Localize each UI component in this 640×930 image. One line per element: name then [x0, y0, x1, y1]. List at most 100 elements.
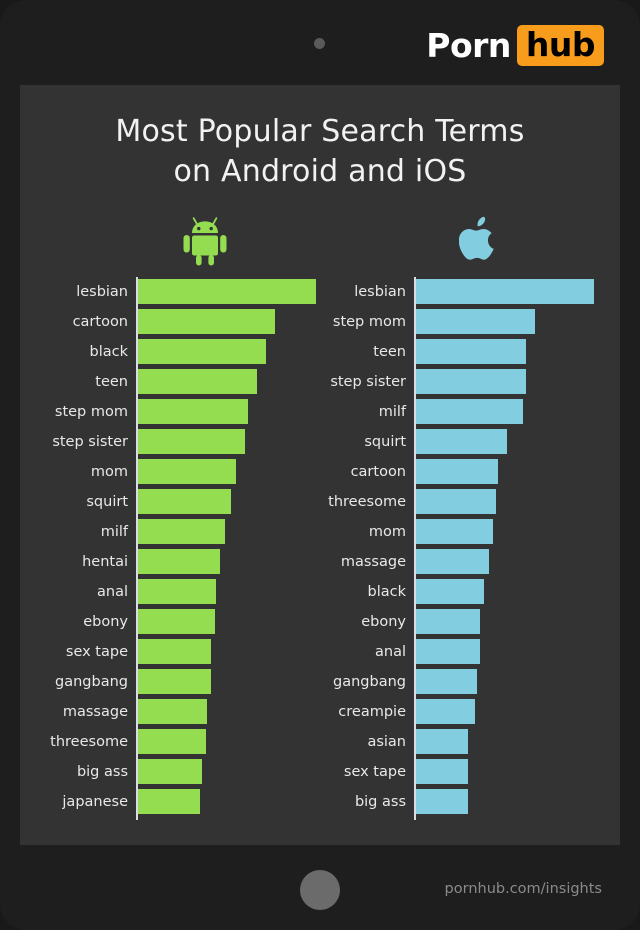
bar-row: lesbian: [20, 277, 320, 307]
bar: [416, 309, 536, 334]
bar: [138, 459, 236, 484]
bar-row: cartoon: [296, 457, 620, 487]
apple-logo-icon: [450, 213, 510, 269]
ios-chart-column: lesbian step mom teen step sister milf squirt…: [296, 277, 620, 822]
bar-label: massage: [62, 704, 128, 720]
bar-label: lesbian: [76, 284, 128, 300]
page-title-line-2: on Android and iOS: [173, 153, 467, 189]
bar: [416, 549, 489, 574]
bar: [138, 669, 211, 694]
bar-label: asian: [367, 734, 406, 750]
bar-row: black: [20, 337, 320, 367]
bar-row: milf: [20, 517, 320, 547]
bar-label: cartoon: [72, 314, 128, 330]
bar-row: step sister: [20, 427, 320, 457]
bar-label: teen: [373, 344, 406, 360]
bar: [416, 429, 507, 454]
bar-label: mom: [368, 524, 406, 540]
bar-label: step mom: [332, 314, 406, 330]
bar: [416, 639, 481, 664]
bar-label: squirt: [364, 434, 406, 450]
bar-row: massage: [296, 547, 620, 577]
bar-row: anal: [296, 637, 620, 667]
bar: [138, 489, 231, 514]
android-robot-icon: [175, 213, 235, 269]
bar: [138, 399, 249, 424]
bar-label: threesome: [50, 734, 128, 750]
bar-row: step sister: [296, 367, 620, 397]
bar-row: gangbang: [296, 667, 620, 697]
bar-label: cartoon: [350, 464, 406, 480]
bar-label: creampie: [338, 704, 406, 720]
bar: [416, 729, 468, 754]
bar: [138, 609, 215, 634]
bar-label: anal: [97, 584, 128, 600]
bar: [138, 549, 220, 574]
bar-row: teen: [296, 337, 620, 367]
bar-row: creampie: [296, 697, 620, 727]
bar: [416, 669, 477, 694]
bar-row: japanese: [20, 787, 320, 817]
bar: [416, 789, 468, 814]
bar: [138, 309, 276, 334]
bar-row: teen: [20, 367, 320, 397]
bar-label: step mom: [54, 404, 128, 420]
bar-row: ebony: [296, 607, 620, 637]
bar: [416, 579, 484, 604]
bar-row: squirt: [20, 487, 320, 517]
bar-label: ebony: [361, 614, 406, 630]
bar: [138, 759, 203, 784]
bar-label: milf: [100, 524, 128, 540]
bar: [416, 459, 498, 484]
bar-row: step mom: [20, 397, 320, 427]
bar-row: threesome: [20, 727, 320, 757]
bar: [138, 429, 245, 454]
tablet-device-frame: Porn hub Most Popular Search Terms on An…: [0, 0, 640, 930]
bar-row: cartoon: [20, 307, 320, 337]
bar: [416, 759, 468, 784]
bar: [138, 699, 208, 724]
bar: [416, 369, 527, 394]
bar-row: mom: [20, 457, 320, 487]
home-button[interactable]: [300, 870, 340, 910]
bar-label: mom: [90, 464, 128, 480]
infographic-panel: Most Popular Search Terms on Android and…: [20, 85, 620, 845]
bar-label: sex tape: [343, 764, 406, 780]
bar-row: asian: [296, 727, 620, 757]
bar-row: ebony: [20, 607, 320, 637]
bar-row: massage: [20, 697, 320, 727]
pornhub-logo: Porn hub: [426, 24, 604, 66]
bar: [138, 279, 316, 304]
page-title-line-1: Most Popular Search Terms: [115, 114, 525, 149]
bar-row: milf: [296, 397, 620, 427]
bar: [416, 489, 497, 514]
bar-label: big ass: [76, 764, 128, 780]
bar-label: step sister: [330, 374, 406, 390]
bar: [138, 729, 206, 754]
bar-row: sex tape: [296, 757, 620, 787]
bar-row: lesbian: [296, 277, 620, 307]
device-camera-dot: [314, 38, 325, 49]
footer-url: pornhub.com/insights: [444, 881, 602, 897]
bar: [416, 279, 594, 304]
bar-row: squirt: [296, 427, 620, 457]
android-chart-column: lesbian cartoon black teen step mom step sist…: [20, 277, 320, 822]
bar: [138, 579, 217, 604]
bar: [138, 639, 211, 664]
bar-row: black: [296, 577, 620, 607]
bar: [138, 519, 226, 544]
bar-label: gangbang: [55, 674, 128, 690]
bar: [416, 339, 527, 364]
bar-label: black: [367, 584, 407, 600]
bar-row: step mom: [296, 307, 620, 337]
bar: [138, 369, 258, 394]
bar-row: big ass: [296, 787, 620, 817]
bar: [416, 609, 481, 634]
bar: [138, 339, 267, 364]
bar-label: big ass: [354, 794, 406, 810]
bar: [416, 699, 475, 724]
bar-label: massage: [340, 554, 406, 570]
bar-label: japanese: [62, 794, 128, 810]
bar-row: sex tape: [20, 637, 320, 667]
bar: [416, 399, 523, 424]
